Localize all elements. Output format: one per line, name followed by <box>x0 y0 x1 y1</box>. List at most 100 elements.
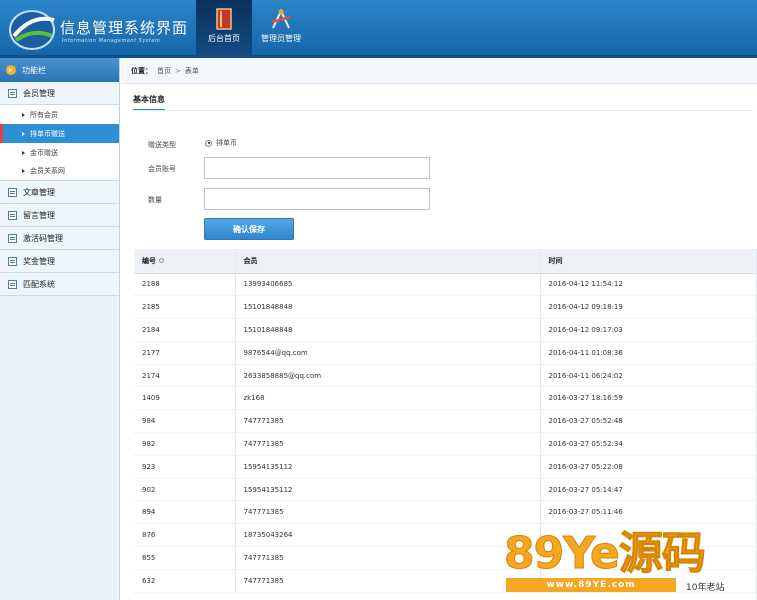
cell-time: 2016-03-27 05:14:47 <box>540 478 757 502</box>
col-header-time: 时间 <box>540 249 757 274</box>
book-icon <box>216 8 232 30</box>
quantity-label: 数量 <box>148 196 162 204</box>
table-row[interactable]: 982 747771385 2016-03-27 05:52:34 <box>134 432 757 456</box>
cell-id: 2174 <box>134 364 236 388</box>
tab-admin-label: 管理员管理 <box>261 34 301 43</box>
cell-member: 15954135112 <box>235 478 541 502</box>
cell-id: 2184 <box>134 318 236 342</box>
sidebar-item-label: 金币赠送 <box>30 148 58 157</box>
cell-id: 876 <box>134 523 236 548</box>
section-divider <box>133 110 753 111</box>
cell-member: zk168 <box>235 386 541 411</box>
sidebar-item-label: 会员关系网 <box>30 167 65 175</box>
sidebar-header-label: 功能栏 <box>22 65 46 75</box>
cell-id: 894 <box>134 500 236 525</box>
table-row[interactable]: 894 747771385 2016-03-27 05:11:46 <box>134 500 757 525</box>
cell-member: 2633858885@qq.com <box>235 364 541 388</box>
sidebar-header: 功能栏 <box>0 58 119 82</box>
sidebar-item-gold-gift[interactable]: 金币赠送 <box>0 143 119 162</box>
table-header-row: 编号 会员 时间 <box>134 249 757 274</box>
watermark-url: www.89YE.com <box>506 578 676 592</box>
cell-member: 9876544@qq.com <box>235 341 541 365</box>
cell-id: 2185 <box>134 295 236 320</box>
cell-member: 747771385 <box>235 409 541 434</box>
type-radio[interactable]: 排单币 <box>205 138 237 148</box>
main-content: 位置： 首页 > 表单 基本信息 赠送类型 排单币 会员账号 数量 确认保存 编… <box>121 58 757 600</box>
sidebar-group-members[interactable]: 会员管理 <box>0 82 119 105</box>
cell-time: 2016-03-27 05:52:48 <box>540 409 757 434</box>
sidebar-group-activation[interactable]: 激活码管理 <box>0 227 119 250</box>
cell-member: 747771385 <box>235 432 541 456</box>
edit-icon <box>8 210 17 220</box>
cell-time: 2016-04-12 11:54:12 <box>540 273 757 297</box>
sidebar-item-member-network[interactable]: 会员关系网 <box>0 162 119 181</box>
col-header-label: 编号 <box>142 256 156 265</box>
table-row[interactable]: 923 15954135112 2016-03-27 05:22:08 <box>134 455 757 479</box>
table-row[interactable]: 2188 13993406685 2016-04-12 11:54:12 <box>134 273 757 297</box>
table-row[interactable]: 1409 zk168 2016-03-27 18:16:59 <box>134 386 757 411</box>
sidebar-item-label: 排单币赠送 <box>30 129 65 138</box>
top-header: 信息管理系统界面 Information Management System 后… <box>0 0 757 58</box>
watermark: 89Ye源码 www.89YE.com 10年老站 <box>500 528 757 600</box>
col-header-id[interactable]: 编号 <box>134 249 236 274</box>
account-input[interactable] <box>204 157 430 179</box>
cell-id: 984 <box>134 409 236 434</box>
sort-icon[interactable] <box>159 258 164 264</box>
breadcrumb-prefix: 位置： <box>131 66 152 75</box>
save-button[interactable]: 确认保存 <box>204 218 294 240</box>
table-row[interactable]: 902 15954135112 2016-03-27 05:14:47 <box>134 478 757 502</box>
sidebar-group-label: 激活码管理 <box>23 233 63 243</box>
sidebar-group-matching[interactable]: 匹配系统 <box>0 273 119 296</box>
arrow-right-icon <box>22 150 25 155</box>
sidebar-group-label: 文章管理 <box>23 187 55 197</box>
sidebar-group-articles[interactable]: 文章管理 <box>0 181 119 204</box>
tab-home-label: 后台首页 <box>208 34 240 43</box>
account-label: 会员账号 <box>148 165 176 173</box>
sidebar-item-all-members[interactable]: 所有会员 <box>0 105 119 124</box>
cell-member: 15101848848 <box>235 295 541 320</box>
watermark-tag: 10年老站 <box>686 583 725 593</box>
tab-admin[interactable]: 管理员管理 <box>254 0 308 58</box>
cell-time: 2016-04-11 06:24:02 <box>540 364 757 388</box>
quantity-input[interactable] <box>204 188 430 210</box>
cell-member: 747771385 <box>235 500 541 525</box>
section-title: 基本信息 <box>133 94 165 111</box>
table-row[interactable]: 2184 15101848848 2016-04-12 09:17:03 <box>134 318 757 342</box>
cell-id: 2188 <box>134 273 236 297</box>
arrow-right-icon <box>22 131 25 136</box>
cell-time: 2016-03-27 05:11:46 <box>540 500 757 525</box>
cell-id: 855 <box>134 546 236 570</box>
cell-time: 2016-04-11 01:08:36 <box>540 341 757 365</box>
radio-selected-icon[interactable] <box>205 139 212 147</box>
sidebar-group-messages[interactable]: 留言管理 <box>0 204 119 227</box>
table-row[interactable]: 2177 9876544@qq.com 2016-04-11 01:08:36 <box>134 341 757 365</box>
cell-time: 2016-04-12 09:17:03 <box>540 318 757 342</box>
sidebar-item-coin-gift[interactable]: 排单币赠送 <box>0 124 119 143</box>
type-radio-label: 排单币 <box>216 139 237 147</box>
watermark-brand: 89Ye源码 <box>504 528 707 580</box>
sidebar-group-bonus[interactable]: 奖金管理 <box>0 250 119 273</box>
list-icon <box>8 88 17 98</box>
cell-member: 747771385 <box>235 569 541 593</box>
table-row[interactable]: 984 747771385 2016-03-27 05:52:48 <box>134 409 757 434</box>
sidebar-item-label: 所有会员 <box>30 110 58 119</box>
cell-member: 18735043264 <box>235 523 541 548</box>
tab-home[interactable]: 后台首页 <box>196 0 252 58</box>
cell-time: 2016-04-12 09:18:19 <box>540 295 757 320</box>
table-row[interactable]: 2174 2633858885@qq.com 2016-04-11 06:24:02 <box>134 364 757 388</box>
cell-time: 2016-03-27 18:16:59 <box>540 386 757 411</box>
cell-time: 2016-03-27 05:52:34 <box>540 432 757 456</box>
breadcrumb-current[interactable]: 表单 <box>185 66 199 76</box>
play-icon <box>6 65 16 75</box>
breadcrumb-home[interactable]: 首页 <box>157 66 171 76</box>
table-row[interactable]: 2185 15101848848 2016-04-12 09:18:19 <box>134 295 757 320</box>
type-label: 赠送类型 <box>148 141 176 149</box>
sidebar-group-label: 匹配系统 <box>23 279 55 289</box>
app-subtitle: Information Management System <box>62 38 161 44</box>
cell-id: 2177 <box>134 341 236 365</box>
cell-member: 13993406685 <box>235 273 541 297</box>
logo-icon <box>9 10 55 50</box>
sidebar: 功能栏 会员管理 所有会员 排单币赠送 金币赠送 会员关系网 文章管理 留言管理… <box>0 58 120 600</box>
cell-time: 2016-03-27 05:22:08 <box>540 455 757 479</box>
cell-id: 632 <box>134 569 236 593</box>
